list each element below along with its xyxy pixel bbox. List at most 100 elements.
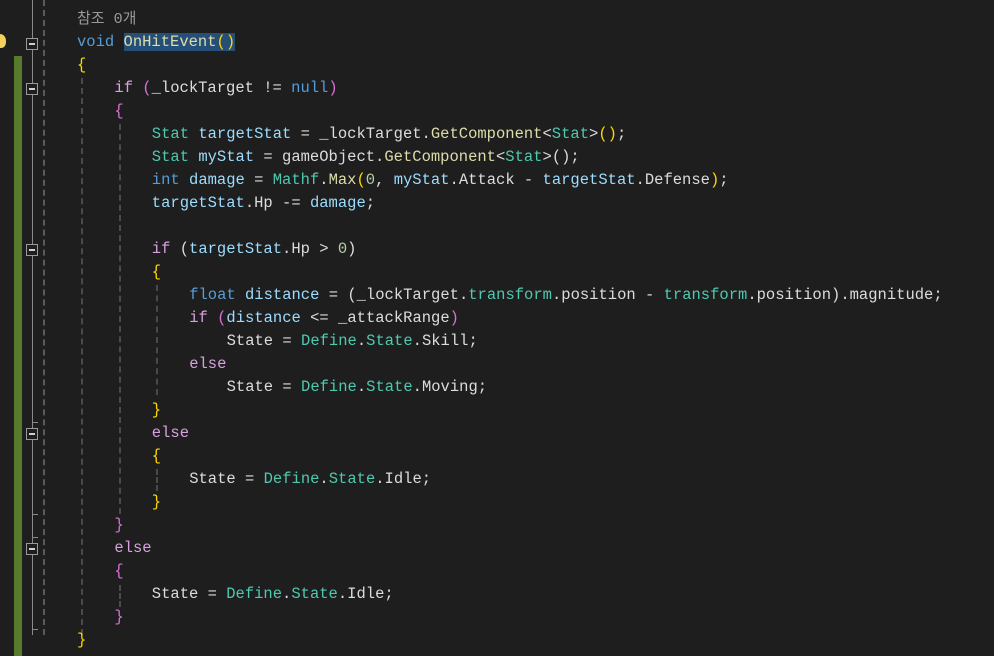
code-token: Define [263, 470, 320, 488]
fold-guide-line [32, 0, 33, 635]
code-line[interactable]: else [152, 422, 189, 445]
code-token: distance [226, 309, 301, 327]
code-token: targetStat [151, 194, 245, 212]
code-token: . [319, 171, 329, 189]
fold-end-tick [32, 537, 38, 538]
fold-end-tick [32, 514, 38, 515]
code-line[interactable]: { [114, 560, 123, 583]
code-line[interactable]: else [189, 353, 226, 376]
code-token: > [589, 125, 599, 143]
indent-guide [81, 78, 83, 635]
fold-end-tick [32, 422, 38, 423]
code-token: } [151, 401, 162, 419]
code-token: ) [709, 171, 720, 189]
code-line[interactable]: int damage = Mathf.Max(0, myStat.Attack … [152, 169, 729, 192]
code-token: .position - [551, 286, 664, 304]
indent-guide [119, 124, 121, 514]
code-line[interactable]: if (distance <= _attackRange) [189, 307, 459, 330]
code-line[interactable]: { [114, 100, 123, 123]
code-line[interactable]: { [152, 261, 161, 284]
code-token: State = [226, 378, 302, 396]
fold-toggle[interactable] [26, 83, 38, 95]
code-token: () [216, 33, 236, 51]
code-token: myStat [198, 148, 255, 166]
code-line[interactable]: } [114, 514, 123, 537]
code-token: >(); [542, 148, 580, 166]
code-token: Mathf [272, 171, 320, 189]
code-token: if [151, 240, 180, 258]
code-line[interactable]: targetStat.Hp -= damage; [152, 192, 375, 215]
code-token: <= _attackRange [300, 309, 450, 327]
code-token: .Idle; [337, 585, 394, 603]
code-token: Max [328, 171, 357, 189]
code-line[interactable]: if (_lockTarget != null) [114, 77, 337, 100]
code-line[interactable]: { [77, 54, 86, 77]
code-token: = [244, 171, 273, 189]
code-token: State [291, 585, 338, 603]
code-token: .Skill; [412, 332, 478, 350]
code-line[interactable]: } [77, 629, 86, 652]
code-line[interactable]: if (targetStat.Hp > 0) [152, 238, 357, 261]
code-token: { [114, 562, 124, 580]
code-line[interactable]: State = Define.State.Idle; [189, 468, 431, 491]
code-line[interactable]: State = Define.State.Moving; [227, 376, 487, 399]
code-line[interactable]: Stat myStat = gameObject.GetComponent<St… [152, 146, 580, 169]
indent-guide [156, 285, 158, 395]
code-line[interactable]: State = Define.State.Skill; [227, 330, 478, 353]
fold-toggle[interactable] [26, 428, 38, 440]
code-token: ) [347, 240, 357, 258]
code-line[interactable]: void OnHitEvent() [77, 31, 236, 54]
code-token: damage [189, 171, 245, 189]
code-token: = (_lockTarget. [319, 286, 469, 304]
code-token: else [151, 424, 190, 442]
code-token: ; [365, 194, 376, 212]
code-line[interactable]: else [114, 537, 151, 560]
code-token: int [151, 171, 190, 189]
fold-toggle[interactable] [26, 244, 38, 256]
code-token: . [282, 585, 292, 603]
code-token: .position).magnitude; [747, 286, 943, 304]
code-line[interactable]: } [152, 491, 161, 514]
fold-toggle[interactable] [26, 38, 38, 50]
lightbulb-icon[interactable] [0, 34, 6, 48]
code-line[interactable]: float distance = (_lockTarget.transform.… [189, 284, 942, 307]
code-token: ( [142, 79, 152, 97]
code-token: .Attack - [449, 171, 543, 189]
code-token: targetStat [542, 171, 636, 189]
code-token: = _lockTarget. [291, 125, 431, 143]
code-token: distance [245, 286, 320, 304]
code-token: .Moving; [412, 378, 488, 396]
code-token: ) [449, 309, 459, 327]
code-token: Define [301, 378, 357, 396]
code-token: } [114, 608, 124, 626]
code-token: } [114, 516, 124, 534]
code-line[interactable]: State = Define.State.Idle; [152, 583, 394, 606]
code-token: } [151, 493, 162, 511]
code-token: { [151, 263, 162, 281]
code-token: targetStat [189, 240, 283, 258]
code-token: 0 [337, 240, 348, 258]
code-token: ) [328, 79, 338, 97]
code-token: . [356, 378, 367, 396]
code-token: damage [309, 194, 366, 212]
code-token: ( [356, 171, 366, 189]
gutter-separator [43, 0, 45, 635]
code-token: GetComponent [384, 148, 496, 166]
code-token: float [189, 286, 245, 304]
code-token: Stat [151, 125, 199, 143]
code-token: State [366, 378, 413, 396]
code-line[interactable]: { [152, 445, 161, 468]
code-token: { [77, 56, 87, 74]
code-line[interactable]: } [114, 606, 123, 629]
code-line[interactable]: } [152, 399, 161, 422]
codelens-references[interactable]: 참조 0개 [77, 8, 136, 31]
code-token: ( [217, 309, 227, 327]
fold-toggle[interactable] [26, 543, 38, 555]
code-token: ( [179, 240, 190, 258]
code-token: if [114, 79, 143, 97]
code-token: State = [189, 470, 264, 488]
code-token: { [114, 102, 124, 120]
code-token: else [189, 355, 227, 373]
code-line[interactable]: Stat targetStat = _lockTarget.GetCompone… [152, 123, 626, 146]
code-token: ; [719, 171, 729, 189]
